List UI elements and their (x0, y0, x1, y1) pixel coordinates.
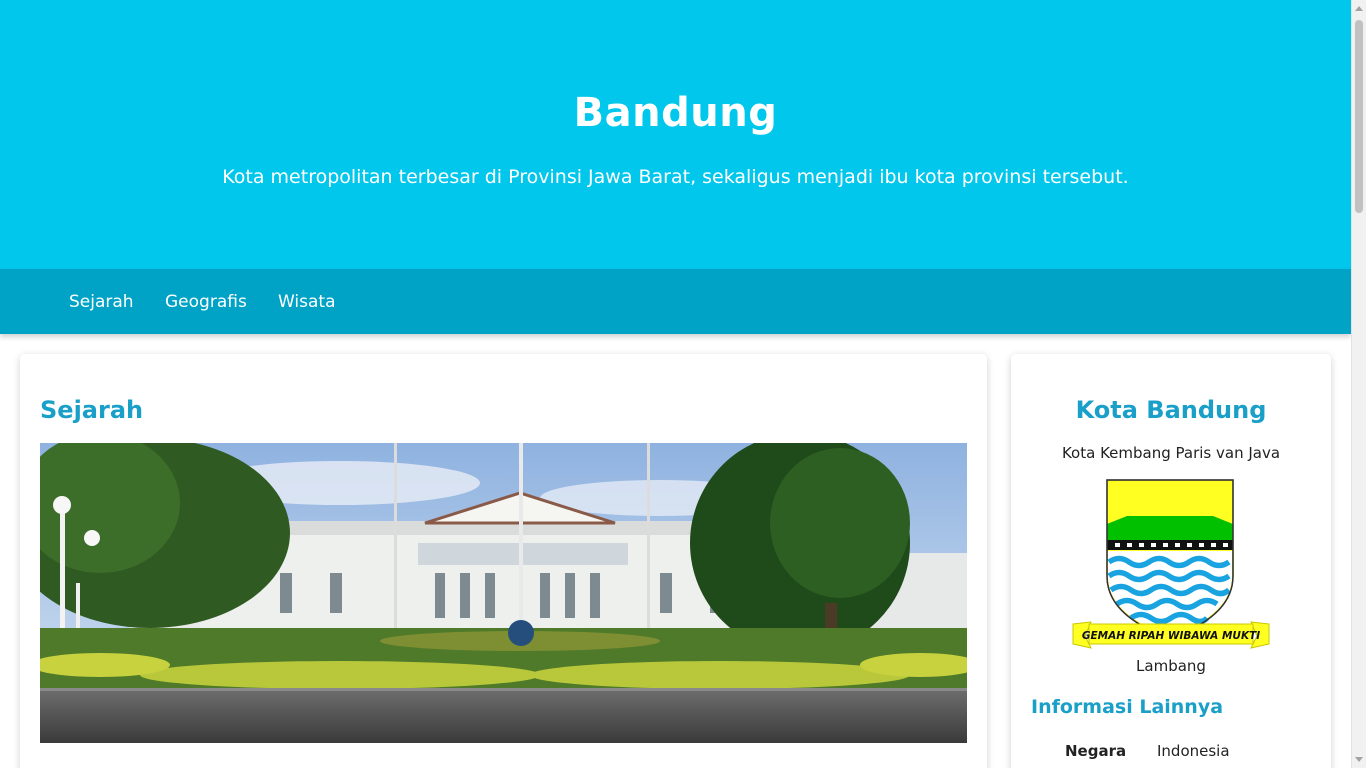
info-value-negara: Indonesia (1157, 742, 1230, 760)
nav-link-wisata[interactable]: Wisata (278, 291, 336, 313)
main-article-card: Sejarah (20, 354, 987, 768)
header-banner: Bandung Kota metropolitan terbesar di Pr… (0, 0, 1351, 269)
scroll-up-arrow-icon[interactable] (1355, 6, 1363, 11)
city-emblem-icon: GEMAH RIPAH WIBAWA MUKTI (1071, 478, 1271, 653)
site-title: Bandung (573, 90, 778, 136)
scrollbar-thumb[interactable] (1355, 20, 1363, 213)
info-key-negara: Negara (1065, 742, 1127, 760)
vertical-scrollbar[interactable] (1351, 0, 1366, 768)
sidebar-card: Kota Bandung Kota Kembang Paris van Java (1011, 354, 1331, 768)
site-tagline: Kota metropolitan terbesar di Provinsi J… (222, 166, 1129, 188)
nav-link-geografis[interactable]: Geografis (165, 291, 247, 313)
main-nav: Sejarah Geografis Wisata (0, 269, 1351, 334)
info-title: Informasi Lainnya (1031, 696, 1224, 718)
scroll-down-arrow-icon[interactable] (1355, 757, 1363, 762)
page: Bandung Kota metropolitan terbesar di Pr… (0, 0, 1351, 768)
sidebar-subtitle: Kota Kembang Paris van Java (1061, 444, 1281, 462)
nav-link-sejarah[interactable]: Sejarah (69, 291, 134, 313)
emblem-caption: Lambang (1136, 657, 1206, 675)
section-title: Sejarah (40, 396, 144, 424)
emblem-motto: GEMAH RIPAH WIBAWA MUKTI (1082, 630, 1260, 642)
gedung-sate-photo (40, 443, 967, 743)
sidebar-title: Kota Bandung (1075, 396, 1267, 424)
